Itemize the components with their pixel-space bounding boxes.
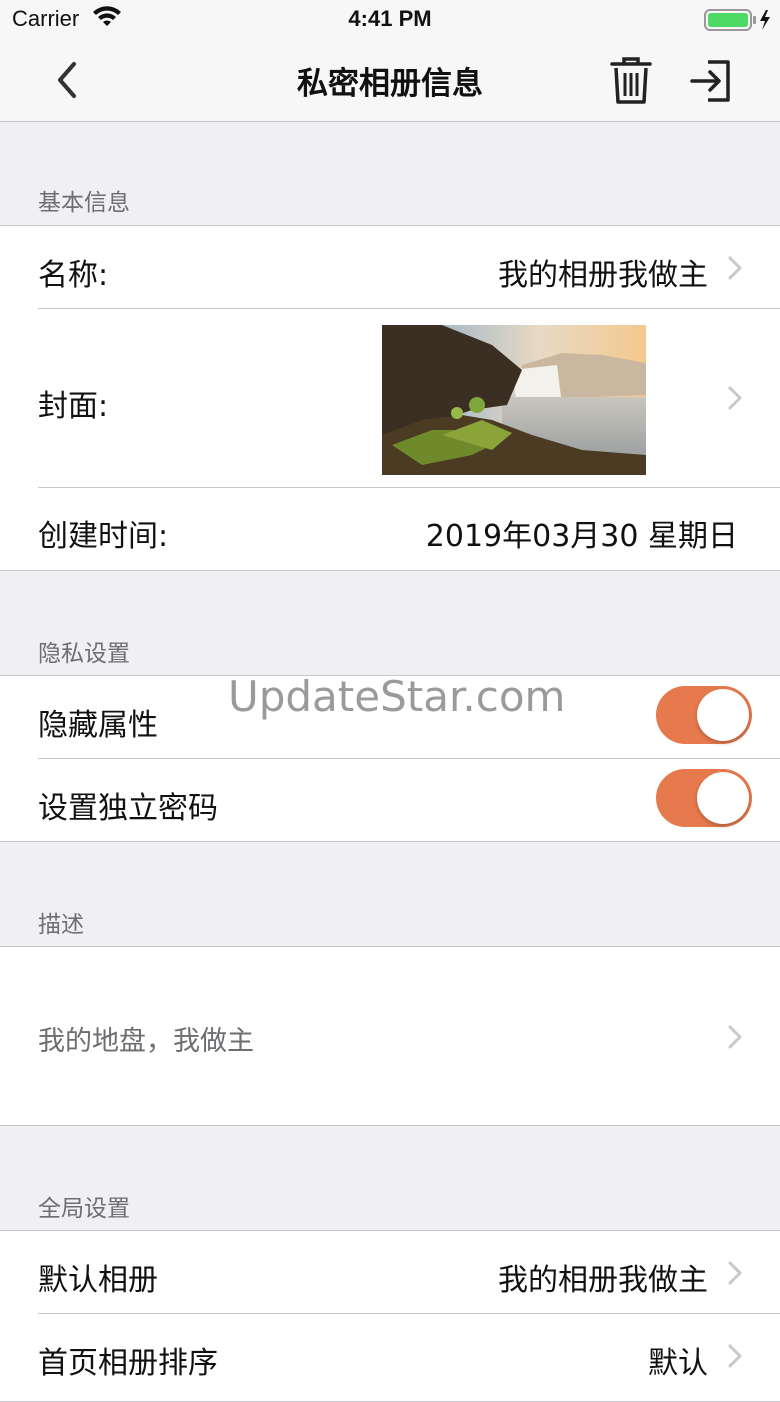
password-label: 设置独立密码 — [38, 791, 218, 826]
cover-image — [382, 325, 646, 475]
album-sort-label: 首页相册排序 — [38, 1346, 218, 1381]
cover-label: 封面: — [38, 389, 109, 424]
section-header-basic: 基本信息 — [38, 190, 130, 216]
name-label: 名称: — [38, 258, 109, 293]
created-time-label: 创建时间: — [38, 519, 169, 554]
hidden-attribute-toggle[interactable] — [656, 686, 752, 744]
chevron-right-icon — [728, 256, 742, 280]
chevron-right-icon — [728, 1261, 742, 1285]
password-row: 设置独立密码 — [0, 759, 780, 841]
section-header-global: 全局设置 — [38, 1196, 130, 1222]
toggle-knob — [697, 772, 749, 824]
section-header-privacy: 隐私设置 — [38, 641, 130, 667]
toggle-knob — [697, 689, 749, 741]
description-group: 我的地盘，我做主 — [0, 946, 780, 1126]
status-bar: Carrier 4:41 PM — [0, 0, 780, 40]
name-row[interactable]: 名称: 我的相册我做主 — [0, 226, 780, 308]
password-toggle[interactable] — [656, 769, 752, 827]
default-album-row[interactable]: 默认相册 我的相册我做主 — [0, 1231, 780, 1313]
chevron-right-icon — [728, 1025, 742, 1049]
basic-info-group: 名称: 我的相册我做主 封面: 创建时间: 2019年03月30 星期日 — [0, 225, 780, 571]
watermark: UpdateStar.com — [228, 672, 566, 721]
trash-icon[interactable] — [608, 56, 654, 106]
description-text: 我的地盘，我做主 — [38, 1026, 254, 1057]
album-sort-value: 默认 — [648, 1346, 708, 1381]
battery-icon — [704, 8, 774, 36]
global-settings-group: 默认相册 我的相册我做主 首页相册排序 默认 — [0, 1230, 780, 1402]
name-value: 我的相册我做主 — [498, 258, 708, 293]
album-sort-row[interactable]: 首页相册排序 默认 — [0, 1314, 780, 1396]
created-time-row: 创建时间: 2019年03月30 星期日 — [0, 488, 780, 570]
chevron-right-icon — [728, 1344, 742, 1368]
export-icon[interactable] — [688, 58, 734, 104]
clock: 4:41 PM — [348, 6, 432, 31]
chevron-right-icon — [728, 386, 742, 410]
created-time-value: 2019年03月30 星期日 — [425, 519, 738, 554]
default-album-label: 默认相册 — [38, 1263, 158, 1298]
page-title: 私密相册信息 — [297, 66, 483, 102]
cover-row[interactable]: 封面: — [0, 309, 780, 487]
section-header-description: 描述 — [38, 912, 84, 938]
description-row[interactable]: 我的地盘，我做主 — [0, 947, 780, 1125]
hidden-attribute-label: 隐藏属性 — [38, 708, 158, 743]
default-album-value: 我的相册我做主 — [498, 1263, 708, 1298]
navigation-bar: 私密相册信息 — [0, 40, 780, 122]
